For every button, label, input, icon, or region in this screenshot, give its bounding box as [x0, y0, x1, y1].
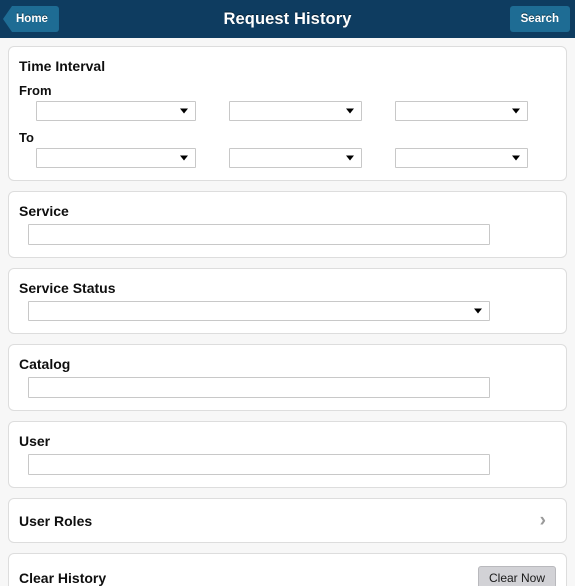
panel-service: Service — [8, 191, 567, 258]
from-year-select[interactable] — [395, 101, 528, 121]
clear-history-title: Clear History — [19, 570, 107, 586]
chevron-right-icon: › — [539, 510, 546, 531]
chevron-down-icon — [474, 308, 482, 314]
search-button-label: Search — [520, 13, 559, 25]
from-month-select[interactable] — [229, 101, 362, 121]
page-title: Request History — [223, 9, 352, 28]
app-header: Home Request History Search — [0, 0, 575, 38]
panel-time-interval: Time Interval From To — [8, 46, 567, 181]
to-year-select[interactable] — [395, 148, 528, 168]
panel-catalog: Catalog — [8, 344, 567, 411]
panel-user: User — [8, 421, 567, 488]
search-button[interactable]: Search — [509, 6, 570, 32]
panel-clear-history: Clear History Clear Now — [8, 553, 567, 586]
user-field-wrap — [19, 454, 556, 475]
service-input[interactable] — [28, 224, 490, 245]
chevron-down-icon — [346, 108, 354, 114]
from-day-select[interactable] — [36, 101, 196, 121]
to-month-select[interactable] — [229, 148, 362, 168]
chevron-down-icon — [180, 108, 188, 114]
clear-now-button[interactable]: Clear Now — [477, 566, 556, 586]
home-button-label: Home — [16, 13, 48, 25]
service-field-wrap — [19, 224, 556, 245]
panel-user-roles[interactable]: User Roles › — [8, 498, 567, 543]
to-day-select[interactable] — [36, 148, 196, 168]
chevron-down-icon — [180, 155, 188, 161]
service-status-title: Service Status — [19, 280, 116, 296]
from-selects-row — [19, 101, 556, 121]
chevron-down-icon — [512, 155, 520, 161]
service-title: Service — [19, 203, 69, 219]
panel-service-status: Service Status — [8, 268, 567, 334]
time-interval-title: Time Interval — [19, 58, 106, 74]
home-back-button[interactable]: Home — [3, 6, 59, 32]
service-status-select[interactable] — [28, 301, 490, 321]
from-label: From — [19, 83, 52, 98]
user-title: User — [19, 433, 51, 449]
chevron-down-icon — [346, 155, 354, 161]
catalog-title: Catalog — [19, 356, 71, 372]
chevron-down-icon — [512, 108, 520, 114]
form-content: Time Interval From To Service Service St… — [0, 38, 575, 586]
catalog-input[interactable] — [28, 377, 490, 398]
service-status-field-wrap — [19, 301, 556, 321]
to-selects-row — [19, 148, 556, 168]
catalog-field-wrap — [19, 377, 556, 398]
user-input[interactable] — [28, 454, 490, 475]
to-label: To — [19, 130, 34, 145]
user-roles-title: User Roles — [19, 512, 93, 529]
